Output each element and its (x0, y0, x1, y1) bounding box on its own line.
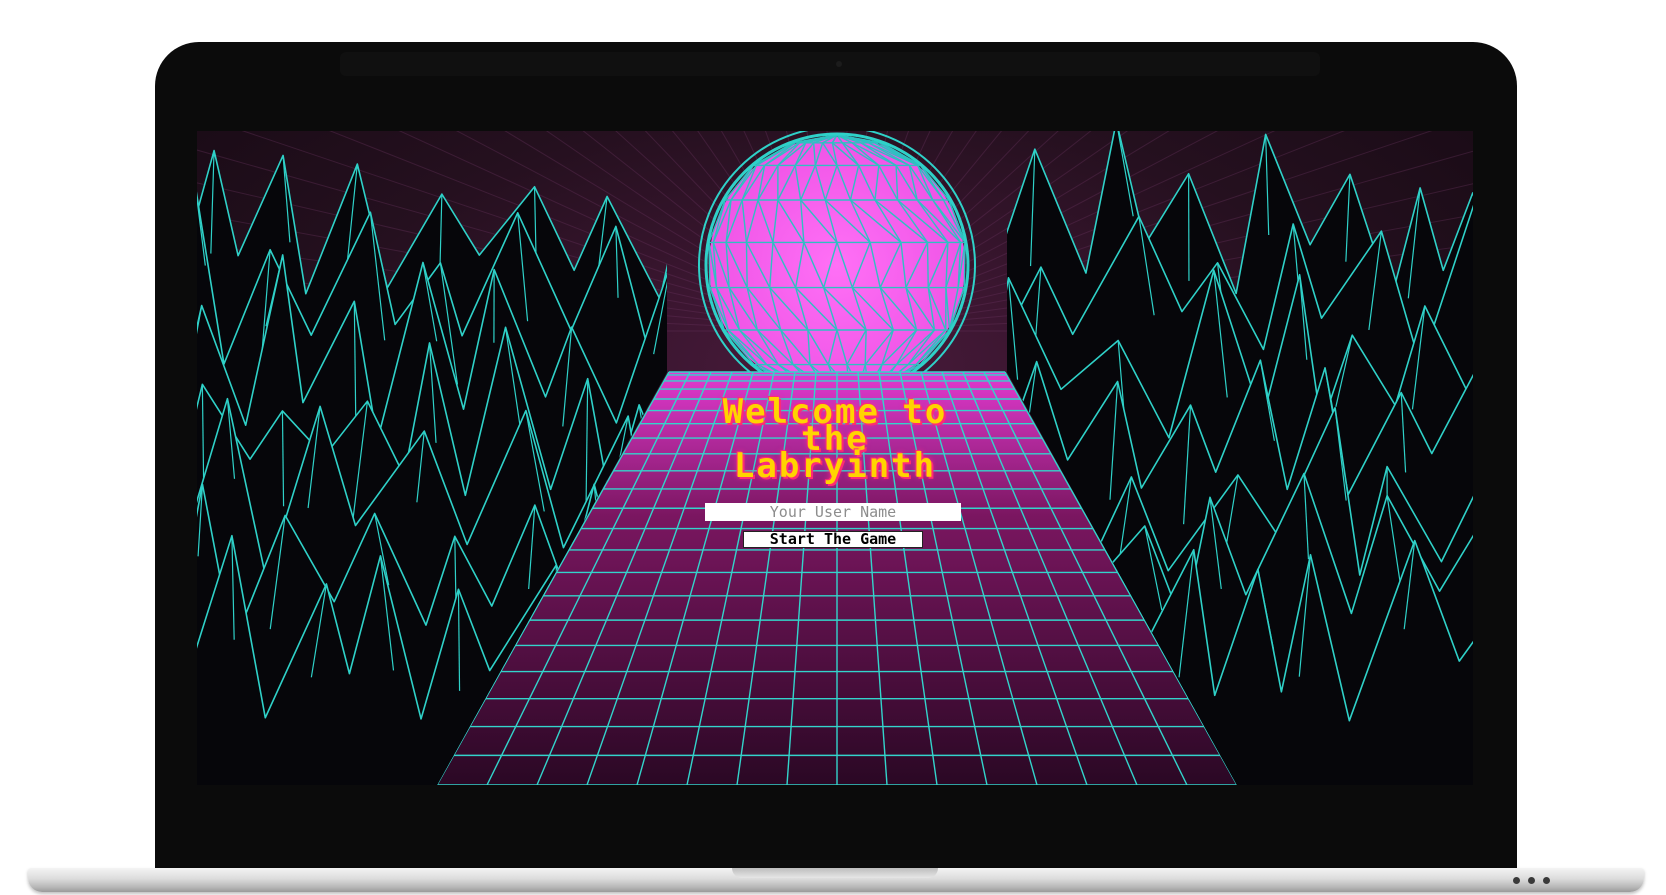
start-game-button[interactable]: Start The Game (743, 531, 923, 548)
title-line-3: Labryinth (733, 446, 937, 486)
indicator-light (1543, 877, 1550, 884)
laptop-notch (732, 868, 938, 878)
username-input[interactable] (705, 503, 961, 521)
camera-icon (836, 61, 842, 67)
welcome-title: Welcome to the Labryinth (197, 395, 1473, 486)
game-screen: Welcome to the Labryinth Start The Game (197, 131, 1473, 785)
camera-strip (340, 52, 1320, 76)
indicator-light (1528, 877, 1535, 884)
indicator-light (1513, 877, 1520, 884)
